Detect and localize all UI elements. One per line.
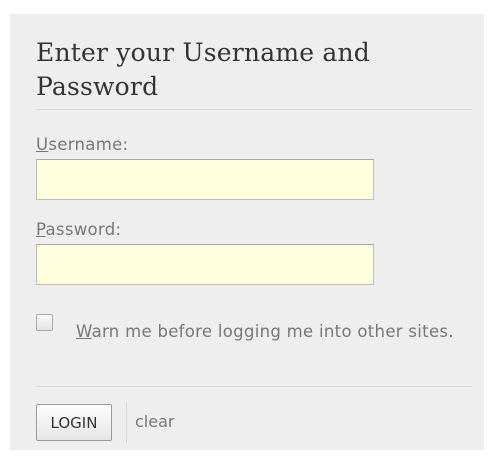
username-label-text: sername: — [48, 135, 129, 154]
login-panel: Enter your Username and Password Usernam… — [10, 14, 484, 450]
warn-checkbox-label: Warn me before logging me into other sit… — [36, 316, 466, 347]
password-label: Password: — [36, 220, 121, 239]
warn-label-accesskey: W — [76, 322, 92, 341]
username-label: Username: — [36, 135, 128, 154]
username-label-accesskey: U — [36, 135, 49, 154]
title-divider — [36, 109, 472, 110]
warn-label-text: arn me before logging me into other site… — [91, 322, 454, 341]
password-label-text: assword: — [45, 220, 122, 239]
password-input[interactable] — [36, 244, 374, 285]
actions-divider — [36, 386, 472, 387]
warn-checkbox[interactable] — [36, 314, 53, 331]
clear-link[interactable]: clear — [135, 412, 174, 431]
username-input[interactable] — [36, 159, 374, 200]
button-separator — [126, 402, 127, 443]
page-title: Enter your Username and Password — [36, 38, 370, 101]
password-label-accesskey: P — [36, 220, 46, 239]
login-button[interactable]: LOGIN — [36, 404, 112, 441]
